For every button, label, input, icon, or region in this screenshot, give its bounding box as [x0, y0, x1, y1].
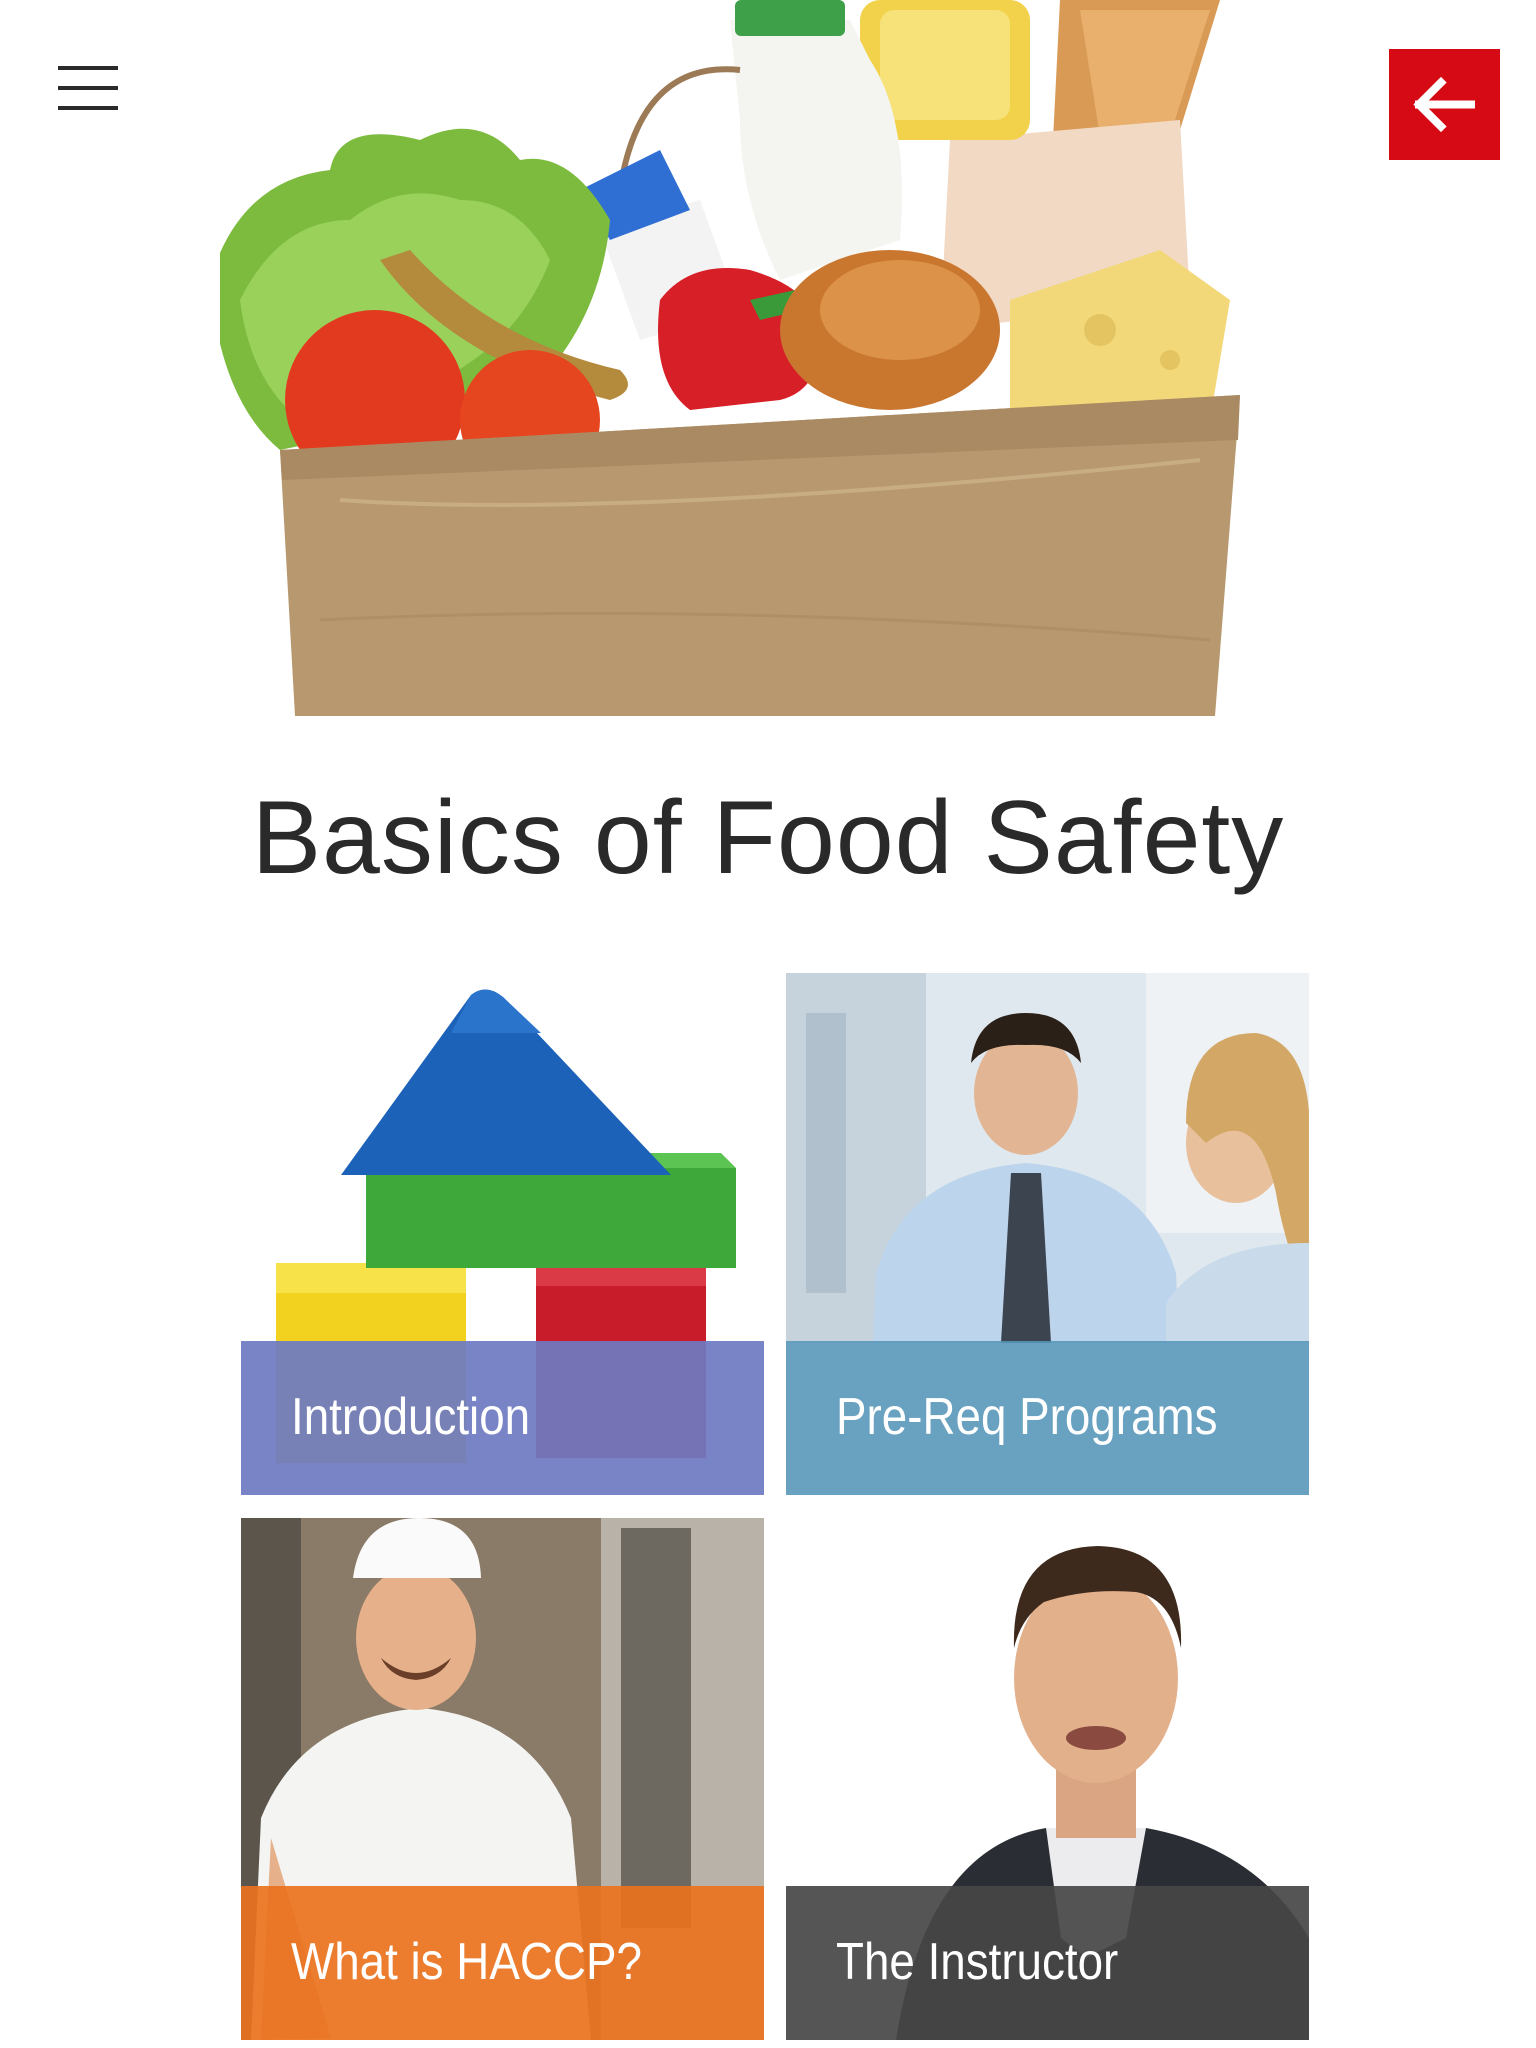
tile-label: The Instructor [836, 1933, 1119, 1991]
tile-the-instructor[interactable]: The Instructor [786, 1518, 1309, 2040]
page-title: Basics of Food Safety [251, 780, 1285, 896]
hamburger-menu-icon[interactable] [58, 66, 118, 110]
tile-introduction[interactable]: Introduction [241, 973, 764, 1495]
hero-grocery-bag-image [210, 0, 1280, 716]
tile-label: What is HACCP? [291, 1933, 642, 1991]
tile-label: Pre-Req Programs [836, 1388, 1218, 1446]
back-button[interactable] [1389, 49, 1500, 160]
app-screen: Basics of Food Safety Introduction Pre-R… [0, 0, 1536, 2048]
tile-label: Introduction [291, 1388, 531, 1446]
arrow-left-icon [1413, 76, 1475, 133]
tile-pre-req-programs[interactable]: Pre-Req Programs [786, 973, 1309, 1495]
tile-what-is-haccp[interactable]: What is HACCP? [241, 1518, 764, 2040]
